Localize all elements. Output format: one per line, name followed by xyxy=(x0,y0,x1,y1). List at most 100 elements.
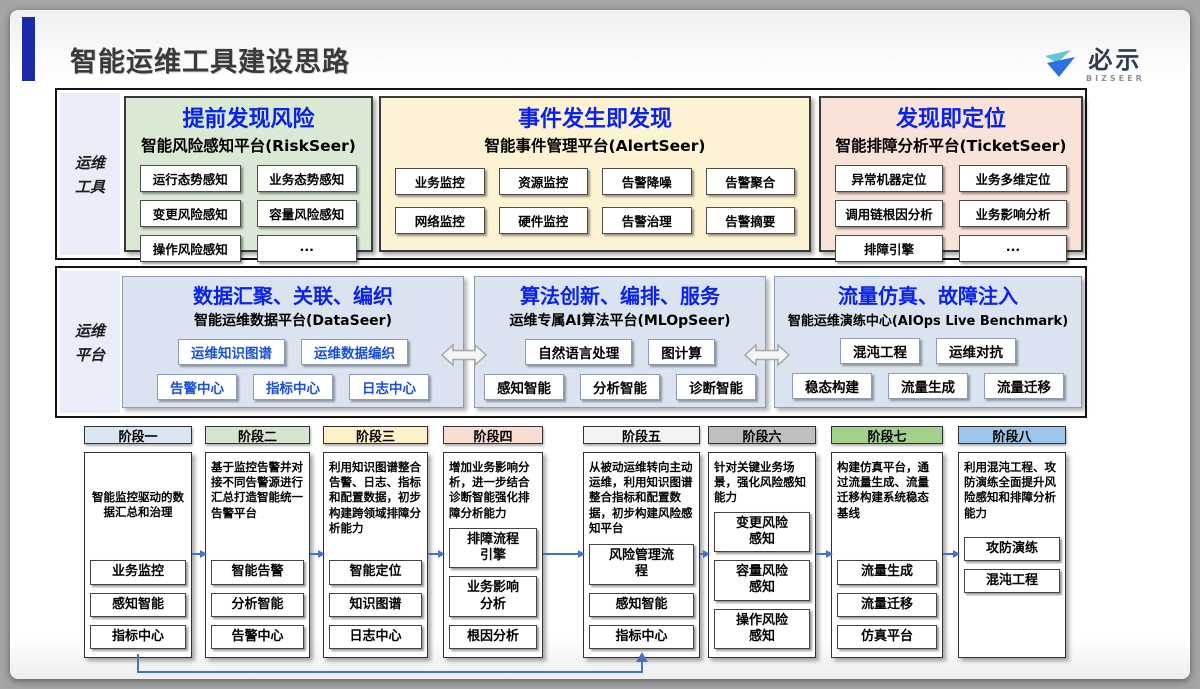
page-title: 智能运维工具建设思路 xyxy=(70,40,350,79)
capability-box: 告警摘要 xyxy=(706,207,796,234)
capability-box: 分析智能 xyxy=(580,374,660,400)
capability-box: 业务监控 xyxy=(395,168,485,195)
stage-5-description: 从被动运维转向主动运维，利用知识图谱整合指标和配置数据，初步构建风险感知平台 xyxy=(589,460,694,536)
platform-section: 运维 平台 数据汇聚、关联、编织 智能运维数据平台(DataSeer) 运维知识… xyxy=(55,266,1087,418)
capability-box: 智能定位 xyxy=(329,560,422,584)
riskseer-subtitle: 智能风险感知平台(RiskSeer) xyxy=(126,134,371,156)
capability-box: 变更风险感知 xyxy=(714,512,810,553)
capability-box: 业务多维定位 xyxy=(959,165,1067,192)
capability-box: 混沌工程 xyxy=(964,569,1060,593)
capability-box: 容量风险感知 xyxy=(257,200,358,227)
flow-arrow-icon xyxy=(428,553,443,555)
tools-section: 运维 工具 提前发现风险 智能风险感知平台(RiskSeer) 运行态势感知 业… xyxy=(55,88,1087,260)
capability-box: 运维知识图谱 xyxy=(178,339,285,365)
title-accent-bar xyxy=(22,17,35,81)
bidirectional-arrow-icon xyxy=(743,341,791,373)
capability-box: 感知智能 xyxy=(484,374,564,400)
capability-box: 告警中心 xyxy=(211,625,304,649)
capability-box: 告警治理 xyxy=(602,207,692,234)
mlopseer-title: 算法创新、编排、服务 xyxy=(475,280,765,309)
capability-box: 业务影响分析 xyxy=(959,200,1067,227)
aiops-benchmark-subtitle: 智能运维演练中心(AIOps Live Benchmark) xyxy=(775,310,1081,329)
tools-label-line1: 运维 xyxy=(75,152,105,173)
stage-3-box: 利用知识图谱整合告警、日志、指标和配置数据，初步构建跨领域排障分析能力 智能定位… xyxy=(323,452,428,658)
stage-7-description: 构建仿真平台，通过流量生成、流量迁移构建系统稳态基线 xyxy=(837,460,937,521)
dataseer-subtitle: 智能运维数据平台(DataSeer) xyxy=(123,310,463,330)
alertseer-subtitle: 智能事件管理平台(AlertSeer) xyxy=(381,134,809,156)
capability-box: 告警中心 xyxy=(157,374,237,400)
riskseer-card: 提前发现风险 智能风险感知平台(RiskSeer) 运行态势感知 业务态势感知 … xyxy=(124,96,373,252)
ticketseer-title: 发现即定位 xyxy=(821,101,1081,133)
capability-box: 自然语言处理 xyxy=(525,339,632,365)
stage-5-box: 从被动运维转向主动运维，利用知识图谱整合指标和配置数据，初步构建风险感知平台 风… xyxy=(583,452,700,658)
capability-box: 仿真平台 xyxy=(837,625,937,649)
flow-arrow-icon xyxy=(816,553,831,555)
alertseer-title: 事件发生即发现 xyxy=(381,101,809,133)
stage-1-box: 智能监控驱动的数据汇总和治理 业务监控 感知智能 指标中心 xyxy=(84,452,192,658)
logo-name: 必示 xyxy=(1088,48,1142,72)
capability-box: 运维对抗 xyxy=(936,338,1016,364)
capability-box: 告警聚合 xyxy=(706,168,796,195)
stage-4-column: 阶段四 增加业务影响分析，进一步结合诊断智能强化排障分析能力 排障流程引擎 业务… xyxy=(443,426,543,658)
capability-box: 攻防演练 xyxy=(964,537,1060,561)
capability-box: 知识图谱 xyxy=(329,593,422,617)
capability-box: 异常机器定位 xyxy=(835,165,943,192)
stage-1-column: 阶段一 智能监控驱动的数据汇总和治理 业务监控 感知智能 指标中心 xyxy=(84,426,192,658)
capability-box: 流量生成 xyxy=(837,560,937,584)
capability-box: 运行态势感知 xyxy=(140,165,241,192)
capability-box: ... xyxy=(959,235,1067,262)
capability-box: 硬件监控 xyxy=(499,207,589,234)
capability-box: 稳态构建 xyxy=(792,373,872,399)
capability-box: 排障流程引擎 xyxy=(449,528,537,569)
bizseer-logo: 必示 BIZSEER xyxy=(1042,48,1145,84)
capability-box: 调用链根因分析 xyxy=(835,200,943,227)
stage-7-column: 阶段七 构建仿真平台，通过流量生成、流量迁移构建系统稳态基线 流量生成 流量迁移… xyxy=(831,426,943,658)
aiops-benchmark-title: 流量仿真、故障注入 xyxy=(775,280,1081,309)
stage-1-description: 智能监控驱动的数据汇总和治理 xyxy=(90,490,186,520)
capability-box: 业务态势感知 xyxy=(257,165,358,192)
mlopseer-subtitle: 运维专属AI算法平台(MLOpSeer) xyxy=(475,310,765,330)
stage-6-description: 针对关键业务场景，强化风险感知能力 xyxy=(714,460,810,506)
stage-1-header: 阶段一 xyxy=(84,426,192,444)
capability-box: 图计算 xyxy=(648,339,715,365)
stage-2-box: 基于监控告警并对接不同告警源进行汇总打造智能统一告警平台 智能告警 分析智能 告… xyxy=(205,452,310,658)
stage-4-box: 增加业务影响分析，进一步结合诊断智能强化排障分析能力 排障流程引擎 业务影响分析… xyxy=(443,452,543,658)
capability-box: 业务影响分析 xyxy=(449,576,537,617)
capability-box: 操作风险感知 xyxy=(714,609,810,650)
stage-8-box: 利用混沌工程、攻防演练全面提升风险感知和排障分析能力 攻防演练 混沌工程 xyxy=(958,452,1066,658)
capability-box: 风险管理流程 xyxy=(589,544,694,585)
stage-4-header: 阶段四 xyxy=(443,426,543,444)
capability-box: 告警降噪 xyxy=(602,168,692,195)
platform-section-label: 运维 平台 xyxy=(60,271,120,413)
stage-7-box: 构建仿真平台，通过流量生成、流量迁移构建系统稳态基线 流量生成 流量迁移 仿真平… xyxy=(831,452,943,658)
capability-box: 网络监控 xyxy=(395,207,485,234)
capability-box: 根因分析 xyxy=(449,625,537,649)
flow-arrow-icon xyxy=(543,553,583,555)
stage-5-header: 阶段五 xyxy=(583,426,700,444)
capability-box: 排障引擎 xyxy=(835,235,943,262)
capability-box: ... xyxy=(257,235,358,262)
logo-brand: BIZSEER xyxy=(1086,75,1145,83)
stage-5-column: 阶段五 从被动运维转向主动运维，利用知识图谱整合指标和配置数据，初步构建风险感知… xyxy=(583,426,700,658)
capability-box: 指标中心 xyxy=(589,625,694,649)
stage-8-header: 阶段八 xyxy=(958,426,1066,444)
capability-box: 指标中心 xyxy=(253,374,333,400)
capability-box: 容量风险感知 xyxy=(714,560,810,601)
capability-box: 日志中心 xyxy=(329,625,422,649)
ticketseer-subtitle: 智能排障分析平台(TicketSeer) xyxy=(821,134,1081,156)
dataseer-title: 数据汇聚、关联、编织 xyxy=(123,280,463,309)
capability-box: 感知智能 xyxy=(90,593,186,617)
capability-box: 运维数据编织 xyxy=(301,339,408,365)
capability-box: 流量生成 xyxy=(888,373,968,399)
aiops-benchmark-card: 流量仿真、故障注入 智能运维演练中心(AIOps Live Benchmark)… xyxy=(774,276,1082,408)
capability-box: 智能告警 xyxy=(211,560,304,584)
stage-2-header: 阶段二 xyxy=(205,426,310,444)
bidirectional-arrow-icon xyxy=(440,341,488,373)
capability-box: 日志中心 xyxy=(349,374,429,400)
stage-2-description: 基于监控告警并对接不同告警源进行汇总打造智能统一告警平台 xyxy=(211,460,304,521)
stage-6-column: 阶段六 针对关键业务场景，强化风险感知能力 变更风险感知 容量风险感知 操作风险… xyxy=(708,426,816,658)
mlopseer-card: 算法创新、编排、服务 运维专属AI算法平台(MLOpSeer) 自然语言处理 图… xyxy=(474,276,766,408)
capability-box: 流量迁移 xyxy=(837,593,937,617)
dataseer-card: 数据汇聚、关联、编织 智能运维数据平台(DataSeer) 运维知识图谱 运维数… xyxy=(122,276,464,408)
slide: { "page": { "title": "智能运维工具建设思路" }, "lo… xyxy=(0,0,1200,689)
